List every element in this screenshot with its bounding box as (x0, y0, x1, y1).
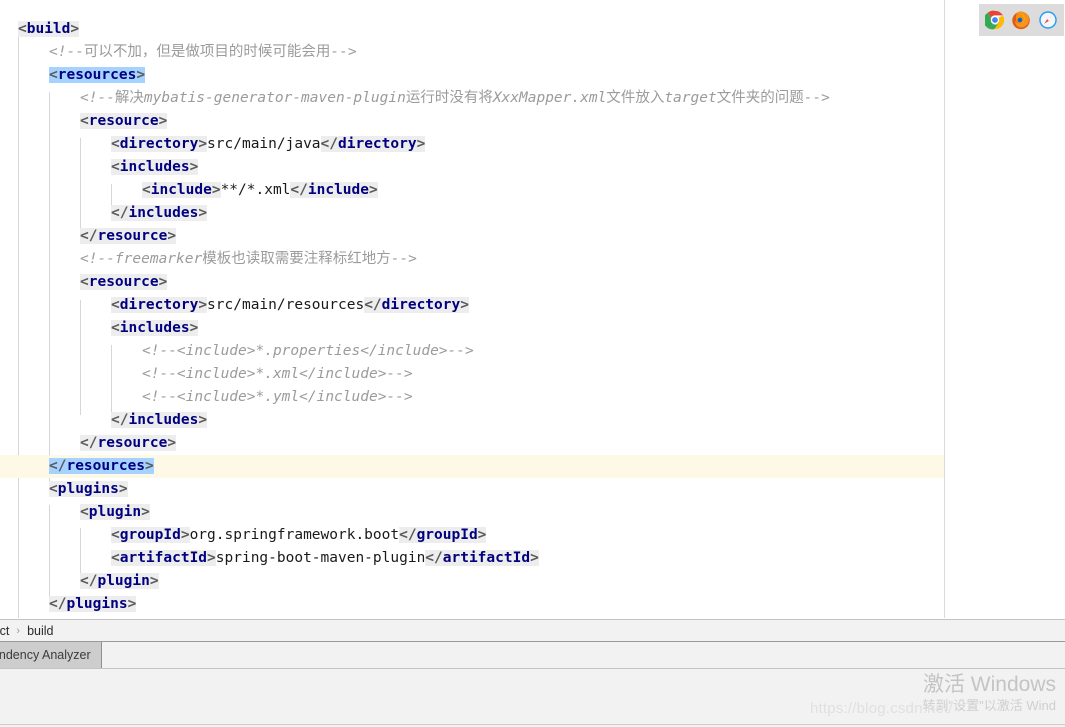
xml-tag[interactable]: </directory> (320, 136, 426, 152)
xml-tag[interactable]: <groupId> (111, 527, 190, 543)
firefox-icon[interactable] (1011, 10, 1031, 30)
xml-tag[interactable]: </plugins> (49, 596, 137, 612)
chrome-icon[interactable] (985, 10, 1005, 30)
code-line[interactable]: <includes> (0, 156, 1065, 179)
xml-tag[interactable]: </artifactId> (425, 550, 539, 566)
code-line[interactable]: </plugins> (0, 593, 1065, 616)
breadcrumb: oject › build (0, 619, 1065, 641)
xml-tag[interactable]: </includes> (111, 412, 208, 428)
xml-text-value[interactable]: src/main/resources (207, 297, 364, 313)
xml-tag[interactable]: <resource> (80, 113, 168, 129)
code-line[interactable]: <!--<include>*.properties</include>--> (0, 340, 1065, 363)
breadcrumb-separator-icon: › (16, 624, 21, 637)
xml-tag[interactable]: </resource> (80, 435, 177, 451)
safari-icon[interactable] (1038, 10, 1058, 30)
xml-comment[interactable]: <!--<include>*.xml</include>--> (142, 366, 413, 382)
code-line[interactable]: <resources> (0, 64, 1065, 87)
code-line[interactable]: <resource> (0, 110, 1065, 133)
xml-tag[interactable]: </directory> (364, 297, 469, 313)
code-line[interactable]: <includes> (0, 317, 1065, 340)
xml-text-value[interactable]: spring-boot-maven-plugin (216, 550, 426, 566)
code-line[interactable]: <resource> (0, 271, 1065, 294)
xml-tag[interactable]: <build> (18, 21, 80, 37)
code-line[interactable]: <groupId>org.springframework.boot</group… (0, 524, 1065, 547)
code-line[interactable]: <directory>src/main/resources</directory… (0, 294, 1065, 317)
tool-window-divider (0, 724, 1065, 725)
xml-tag[interactable]: <plugin> (80, 504, 150, 520)
xml-tag[interactable]: <resource> (80, 274, 168, 290)
xml-text-value[interactable]: **/*.xml (221, 182, 291, 198)
code-line[interactable]: </resources> (0, 455, 1065, 478)
xml-tag[interactable]: </include> (290, 182, 378, 198)
code-line[interactable]: <!--<include>*.xml</include>--> (0, 363, 1065, 386)
xml-text-value[interactable]: src/main/java (207, 136, 321, 152)
xml-comment[interactable]: <!--<include>*.properties</include>--> (142, 343, 474, 359)
tool-window-tabstrip: pendency Analyzer (0, 642, 1065, 669)
xml-tag[interactable]: <plugins> (49, 481, 128, 497)
ide-window: <build> <!--可以不加，但是做项目的时候可能会用--> <resource… (0, 0, 1065, 727)
code-line[interactable]: </includes> (0, 409, 1065, 432)
xml-text-value[interactable]: org.springframework.boot (190, 527, 400, 543)
code-line[interactable]: <plugin> (0, 501, 1065, 524)
code-editor[interactable]: <build> <!--可以不加，但是做项目的时候可能会用--> <resource… (0, 0, 1065, 618)
xml-tag[interactable]: </plugin> (80, 573, 159, 589)
xml-comment[interactable]: <!--可以不加，但是做项目的时候可能会用--> (49, 44, 357, 60)
xml-tag[interactable]: </groupId> (399, 527, 487, 543)
browser-launch-bar (979, 4, 1064, 36)
code-line[interactable]: <!--可以不加，但是做项目的时候可能会用--> (0, 41, 1065, 64)
xml-comment[interactable]: <!--freemarker模板也读取需要注释标红地方--> (80, 251, 417, 267)
xml-comment[interactable]: <!--<include>*.yml</include>--> (142, 389, 413, 405)
code-line[interactable]: <artifactId>spring-boot-maven-plugin</ar… (0, 547, 1065, 570)
code-line[interactable]: </includes> (0, 202, 1065, 225)
code-line[interactable]: <include>**/*.xml</include> (0, 179, 1065, 202)
code-line[interactable]: <directory>src/main/java</directory> (0, 133, 1065, 156)
xml-tag[interactable]: </includes> (111, 205, 208, 221)
code-line[interactable]: </resource> (0, 225, 1065, 248)
xml-comment[interactable]: <!--解决mybatis-generator-maven-plugin运行时没… (80, 90, 830, 106)
code-text[interactable]: <build> <!--可以不加，但是做项目的时候可能会用--> <resource… (0, 18, 1065, 616)
xml-tag[interactable]: </resource> (80, 228, 177, 244)
xml-tag[interactable]: <includes> (111, 159, 199, 175)
tab-dependency-analyzer[interactable]: pendency Analyzer (0, 642, 102, 668)
code-line[interactable]: </resource> (0, 432, 1065, 455)
code-line[interactable]: </plugin> (0, 570, 1065, 593)
breadcrumb-item-build[interactable]: build (22, 624, 58, 638)
code-line[interactable]: <plugins> (0, 478, 1065, 501)
code-line[interactable]: <!--<include>*.yml</include>--> (0, 386, 1065, 409)
xml-tag[interactable]: <directory> (111, 136, 208, 152)
code-line[interactable]: <!--freemarker模板也读取需要注释标红地方--> (0, 248, 1065, 271)
code-line[interactable]: <!--解决mybatis-generator-maven-plugin运行时没… (0, 87, 1065, 110)
tool-window-content (0, 669, 1065, 727)
xml-tag[interactable]: <directory> (111, 297, 208, 313)
breadcrumb-item-project[interactable]: oject (0, 624, 14, 638)
code-line[interactable]: <build> (0, 18, 1065, 41)
xml-tag[interactable]: <artifactId> (111, 550, 216, 566)
bottom-tool-window: pendency Analyzer (0, 641, 1065, 727)
xml-tag[interactable]: <includes> (111, 320, 199, 336)
xml-tag-selected[interactable]: </resources> (49, 458, 154, 474)
xml-tag-selected[interactable]: <resources> (49, 67, 146, 83)
xml-tag[interactable]: <include> (142, 182, 221, 198)
